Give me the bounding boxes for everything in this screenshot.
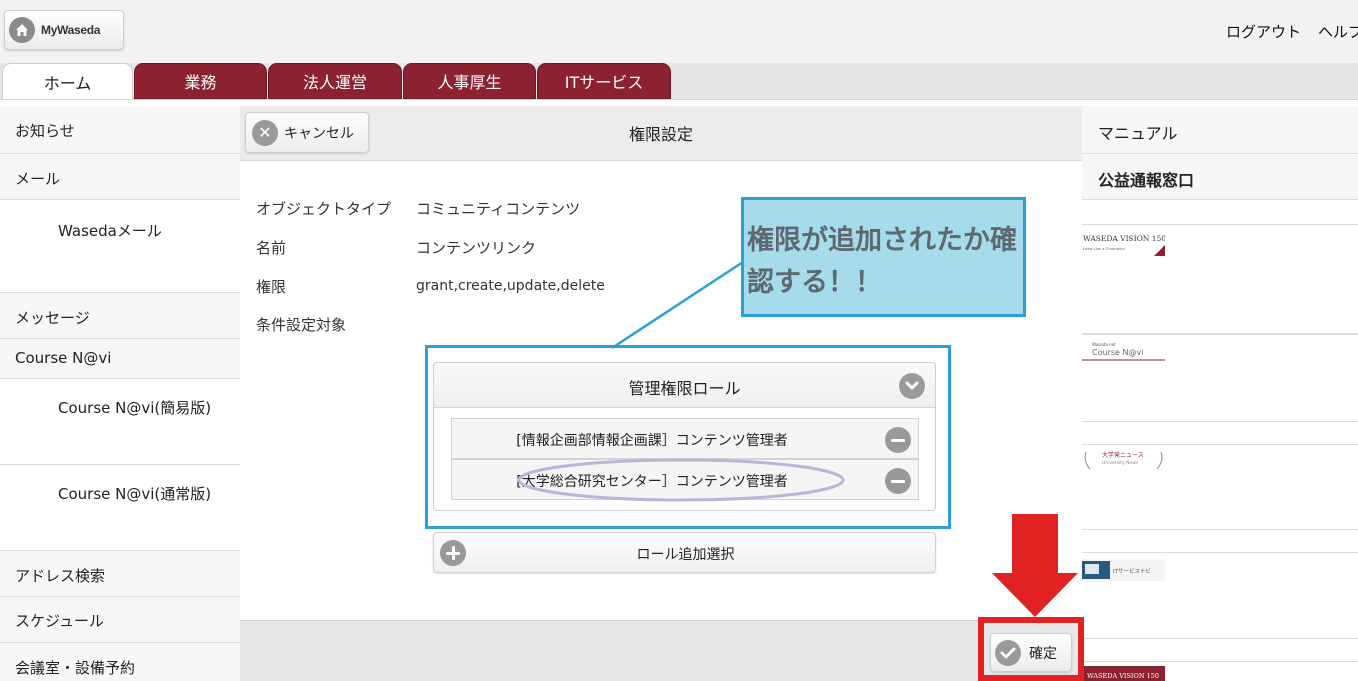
callout-pointer-line [611,260,744,350]
highlight-oval [517,458,845,502]
callout-text: 権限が追加されたか確認する！！ [747,225,1017,298]
down-arrow-icon [992,514,1078,617]
annotation-overlay [517,260,1078,617]
annotation-callout: 権限が追加されたか確認する！！ [741,197,1026,317]
